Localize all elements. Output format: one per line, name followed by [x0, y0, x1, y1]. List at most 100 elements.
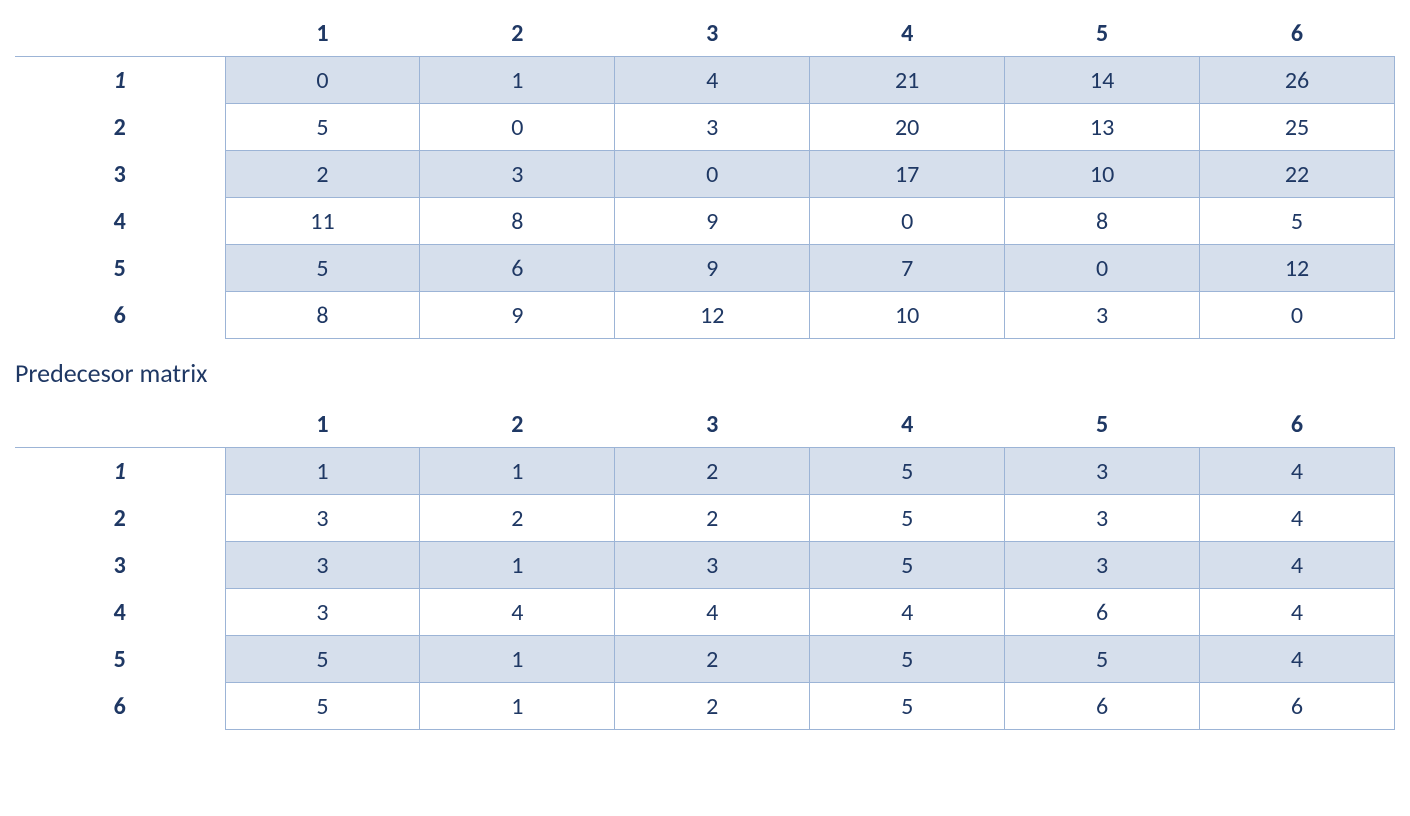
- cell: 3: [1005, 448, 1200, 495]
- col-header: 5: [1005, 401, 1200, 448]
- cell: 4: [420, 589, 615, 636]
- cell: 8: [1005, 198, 1200, 245]
- cell: 1: [420, 683, 615, 730]
- cell: 2: [420, 495, 615, 542]
- cell: 5: [810, 542, 1005, 589]
- cell: 9: [420, 292, 615, 339]
- predecessor-matrix-title: Predecesor matrix: [15, 357, 1395, 389]
- col-header: 3: [615, 10, 810, 57]
- distance-matrix-table: 1 2 3 4 5 6 1 0 1 4 21 14 26 2 5 0 3 20 …: [15, 10, 1395, 339]
- cell: 3: [615, 104, 810, 151]
- row-header: 3: [15, 151, 225, 198]
- row-header: 3: [15, 542, 225, 589]
- distance-matrix-section: 1 2 3 4 5 6 1 0 1 4 21 14 26 2 5 0 3 20 …: [15, 10, 1395, 339]
- cell: 4: [1200, 542, 1395, 589]
- cell: 4: [1200, 589, 1395, 636]
- row-header: 1: [15, 448, 225, 495]
- cell: 0: [225, 57, 420, 104]
- cell: 12: [1200, 245, 1395, 292]
- cell: 4: [615, 57, 810, 104]
- cell: 5: [225, 636, 420, 683]
- cell: 2: [615, 636, 810, 683]
- col-header: 6: [1200, 401, 1395, 448]
- col-header: 2: [420, 10, 615, 57]
- cell: 2: [615, 448, 810, 495]
- cell: 8: [420, 198, 615, 245]
- col-header: 5: [1005, 10, 1200, 57]
- cell: 10: [810, 292, 1005, 339]
- row-header: 4: [15, 198, 225, 245]
- row-header: 4: [15, 589, 225, 636]
- cell: 5: [810, 636, 1005, 683]
- cell: 5: [225, 245, 420, 292]
- cell: 7: [810, 245, 1005, 292]
- table-corner: [15, 10, 225, 57]
- col-header: 4: [810, 401, 1005, 448]
- col-header: 6: [1200, 10, 1395, 57]
- cell: 21: [810, 57, 1005, 104]
- cell: 0: [1200, 292, 1395, 339]
- col-header: 1: [225, 401, 420, 448]
- cell: 3: [420, 151, 615, 198]
- cell: 3: [1005, 292, 1200, 339]
- cell: 4: [1200, 636, 1395, 683]
- cell: 5: [810, 495, 1005, 542]
- cell: 6: [1005, 683, 1200, 730]
- cell: 14: [1005, 57, 1200, 104]
- cell: 4: [810, 589, 1005, 636]
- cell: 12: [615, 292, 810, 339]
- cell: 20: [810, 104, 1005, 151]
- cell: 5: [225, 104, 420, 151]
- cell: 13: [1005, 104, 1200, 151]
- predecessor-matrix-table: 1 2 3 4 5 6 1 1 1 2 5 3 4 2 3 2 2 5 3 4 …: [15, 401, 1395, 730]
- row-header: 2: [15, 104, 225, 151]
- cell: 2: [225, 151, 420, 198]
- col-header: 3: [615, 401, 810, 448]
- cell: 0: [810, 198, 1005, 245]
- cell: 3: [1005, 495, 1200, 542]
- cell: 9: [615, 198, 810, 245]
- cell: 0: [615, 151, 810, 198]
- cell: 5: [225, 683, 420, 730]
- row-header: 6: [15, 683, 225, 730]
- col-header: 2: [420, 401, 615, 448]
- cell: 5: [1005, 636, 1200, 683]
- cell: 5: [810, 448, 1005, 495]
- row-header: 5: [15, 636, 225, 683]
- cell: 3: [225, 495, 420, 542]
- col-header: 4: [810, 10, 1005, 57]
- cell: 22: [1200, 151, 1395, 198]
- cell: 9: [615, 245, 810, 292]
- cell: 3: [615, 542, 810, 589]
- cell: 0: [1005, 245, 1200, 292]
- cell: 6: [1005, 589, 1200, 636]
- cell: 3: [225, 542, 420, 589]
- cell: 3: [225, 589, 420, 636]
- cell: 1: [420, 448, 615, 495]
- cell: 0: [420, 104, 615, 151]
- cell: 4: [1200, 495, 1395, 542]
- table-corner: [15, 401, 225, 448]
- cell: 5: [1200, 198, 1395, 245]
- row-header: 6: [15, 292, 225, 339]
- row-header: 1: [15, 57, 225, 104]
- cell: 10: [1005, 151, 1200, 198]
- cell: 4: [615, 589, 810, 636]
- row-header: 5: [15, 245, 225, 292]
- cell: 1: [225, 448, 420, 495]
- cell: 5: [810, 683, 1005, 730]
- cell: 3: [1005, 542, 1200, 589]
- cell: 4: [1200, 448, 1395, 495]
- row-header: 2: [15, 495, 225, 542]
- cell: 1: [420, 57, 615, 104]
- cell: 25: [1200, 104, 1395, 151]
- cell: 17: [810, 151, 1005, 198]
- cell: 11: [225, 198, 420, 245]
- cell: 6: [420, 245, 615, 292]
- cell: 2: [615, 495, 810, 542]
- cell: 26: [1200, 57, 1395, 104]
- cell: 2: [615, 683, 810, 730]
- col-header: 1: [225, 10, 420, 57]
- cell: 8: [225, 292, 420, 339]
- cell: 1: [420, 636, 615, 683]
